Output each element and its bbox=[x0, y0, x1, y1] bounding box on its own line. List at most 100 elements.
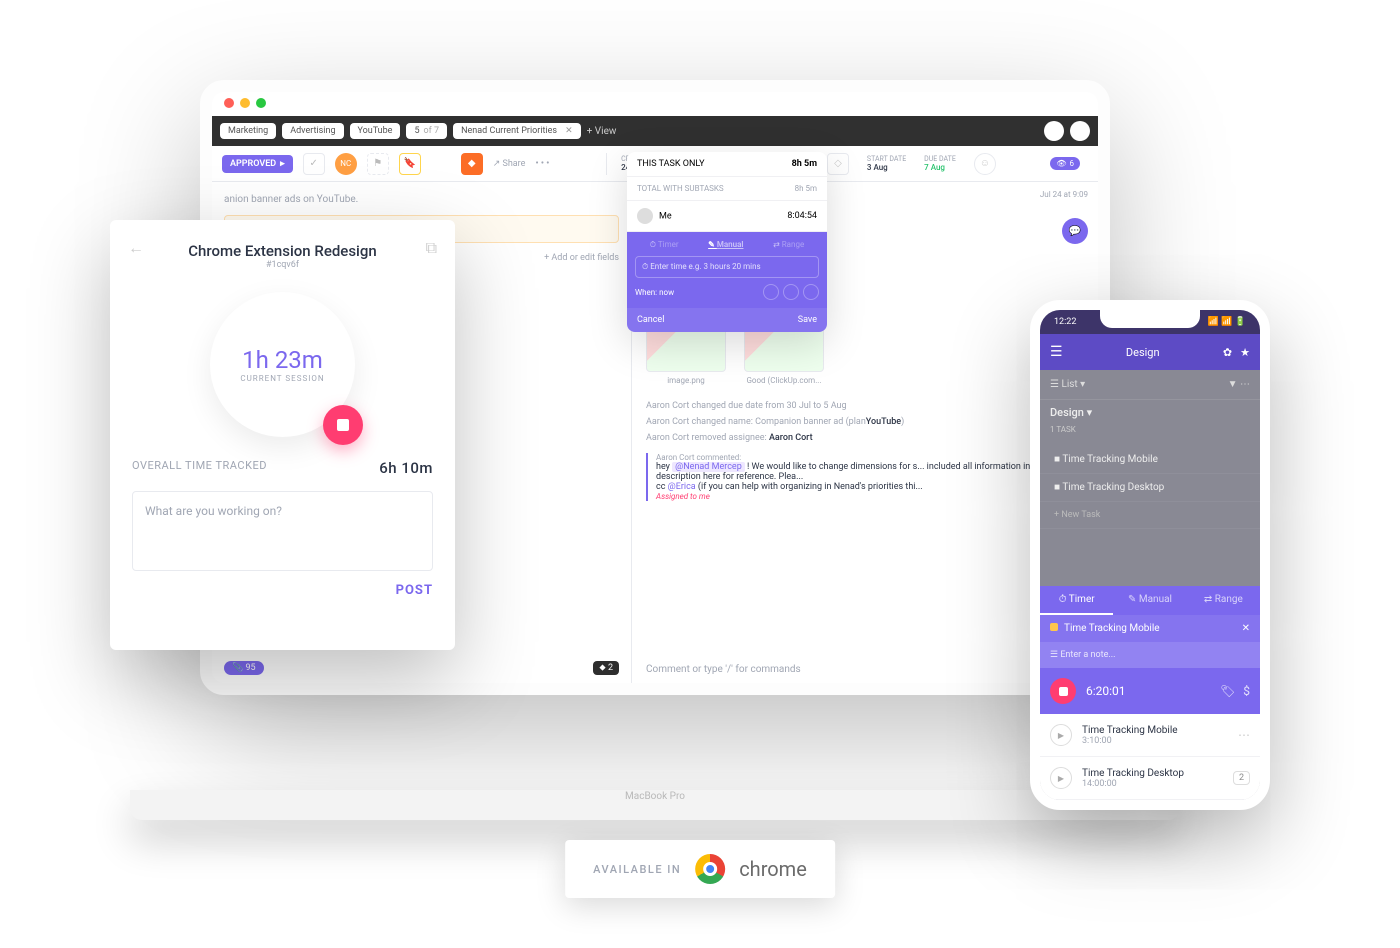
timer-sheet: ⏱ Timer ✎ Manual ⇄ Range Time Tracking M… bbox=[1040, 586, 1260, 800]
chrome-icon bbox=[695, 854, 725, 884]
view-mode-selector[interactable]: ☰ List ▾ bbox=[1050, 379, 1085, 390]
minimize-button[interactable] bbox=[1044, 121, 1064, 141]
filter-icon[interactable]: ▼ bbox=[1228, 379, 1238, 390]
log-entry: Aaron Cort removed assignee: Aaron Cort bbox=[646, 433, 1084, 443]
hamburger-icon[interactable]: ☰ bbox=[1050, 344, 1063, 360]
close-icon[interactable]: ✕ bbox=[565, 126, 573, 136]
play-icon[interactable]: ▶ bbox=[1050, 767, 1072, 789]
points-icon[interactable]: ◇ bbox=[827, 153, 849, 175]
attachment-count-pill[interactable]: 📎 95 bbox=[224, 661, 264, 675]
breadcrumb-youtube[interactable]: YouTube bbox=[350, 123, 401, 139]
play-icon[interactable]: ▶ bbox=[1050, 724, 1072, 746]
popover-subtasks-total: TOTAL WITH SUBTASKS8h 5m bbox=[627, 177, 827, 201]
sheet-note-input[interactable]: ☰ Enter a note... bbox=[1040, 642, 1260, 668]
phone-body: ☰ List ▾ ▼ ⋯ Design ▾ 1 TASK ■ Time Trac… bbox=[1040, 370, 1260, 800]
new-task-button[interactable]: + New Task bbox=[1040, 502, 1260, 529]
group-header[interactable]: Design ▾ bbox=[1050, 406, 1092, 419]
recent-entry[interactable]: ▶ Time Tracking Mobile3:10:00 ⋯ bbox=[1040, 714, 1260, 757]
time-tracking-popover: THIS TASK ONLY8h 5m TOTAL WITH SUBTASKS8… bbox=[627, 152, 827, 332]
add-view-button[interactable]: + View bbox=[587, 126, 617, 137]
window-controls[interactable] bbox=[224, 98, 266, 108]
star-icon[interactable]: ★ bbox=[1240, 346, 1250, 359]
tab-manual[interactable]: ✎ Manual bbox=[708, 240, 743, 250]
close-icon[interactable]: ✕ bbox=[1242, 623, 1250, 634]
save-button[interactable]: Save bbox=[798, 315, 817, 325]
time-input[interactable]: ⏱ Enter time e.g. 3 hours 20 mins bbox=[635, 256, 819, 278]
phone-header-title: Design bbox=[1063, 346, 1223, 359]
watchers-badge[interactable]: 👁 6 bbox=[1050, 157, 1080, 170]
description-text: anion banner ads on YouTube. bbox=[224, 194, 619, 205]
cancel-button[interactable]: Cancel bbox=[637, 315, 664, 325]
tab-current-priorities[interactable]: Nenad Current Priorities✕ bbox=[453, 123, 581, 139]
sheet-tab-timer[interactable]: ⏱ Timer bbox=[1040, 586, 1113, 615]
custom-field-pill[interactable]: ⬥ 2 bbox=[593, 661, 619, 675]
log-entry: Aaron Cort changed name: Companion banne… bbox=[646, 417, 1084, 427]
task-counter: 5 of 7 bbox=[406, 123, 447, 139]
extension-title: Chrome Extension Redesign bbox=[132, 242, 433, 260]
chrome-name: chrome bbox=[739, 857, 807, 881]
assignee-avatar[interactable]: NC bbox=[335, 153, 357, 175]
overall-label: OVERALL TIME TRACKED bbox=[132, 459, 267, 477]
gitlab-icon[interactable]: ◆ bbox=[461, 153, 483, 175]
close-button[interactable] bbox=[1070, 121, 1090, 141]
meta-due-date[interactable]: DUE DATE7 Aug bbox=[924, 155, 956, 172]
post-button[interactable]: POST bbox=[132, 583, 433, 598]
comment-body: hey @Nenad Mercep ! We would like to cha… bbox=[656, 462, 1084, 482]
sheet-active-task[interactable]: Time Tracking Mobile✕ bbox=[1040, 615, 1260, 642]
tag-icon[interactable] bbox=[763, 284, 779, 300]
activity-timestamp: Jul 24 at 9:09 bbox=[1040, 190, 1088, 199]
tag-icon[interactable]: 🏷 bbox=[1220, 684, 1235, 698]
popover-user-time: Me8:04:54 bbox=[627, 201, 827, 232]
task-row[interactable]: ■ Time Tracking Desktop bbox=[1040, 474, 1260, 502]
status-badge[interactable]: APPROVED ▸ bbox=[222, 155, 293, 173]
more-icon[interactable]: ⋯ bbox=[1238, 728, 1250, 742]
time-tabs: ⏱ Timer ✎ Manual ⇄ Range bbox=[635, 240, 819, 250]
more-icon[interactable]: ⋯ bbox=[1240, 379, 1250, 390]
tab-timer[interactable]: ⏱ Timer bbox=[650, 240, 679, 250]
activity-log: Aaron Cort changed due date from 30 Jul … bbox=[646, 401, 1084, 443]
breadcrumb-marketing[interactable]: Marketing bbox=[220, 123, 276, 139]
meta-start-date[interactable]: START DATE3 Aug bbox=[867, 155, 906, 172]
comment-block: Aaron Cort commented: hey @Nenad Mercep … bbox=[646, 453, 1084, 501]
dollar-icon[interactable] bbox=[803, 284, 819, 300]
session-time: 1h 23m bbox=[242, 346, 323, 374]
priority-button[interactable]: ⚑ bbox=[367, 153, 389, 175]
comment-input[interactable]: Comment or type '/' for commands bbox=[646, 664, 1084, 675]
billable-icon[interactable] bbox=[783, 284, 799, 300]
comment-assigned: Assigned to me bbox=[656, 492, 1084, 501]
session-label: CURRENT SESSION bbox=[240, 374, 324, 383]
sheet-tab-manual[interactable]: ✎ Manual bbox=[1113, 586, 1186, 615]
chat-bubble-button[interactable]: 💬 bbox=[1062, 218, 1088, 244]
overall-time: 6h 10m bbox=[379, 459, 433, 477]
sheet-tab-range[interactable]: ⇄ Range bbox=[1187, 586, 1260, 615]
comment-cc: cc @Erica (if you can help with organizi… bbox=[656, 482, 1084, 492]
log-entry: Aaron Cort changed due date from 30 Jul … bbox=[646, 401, 1084, 411]
avatar bbox=[637, 208, 653, 224]
more-button[interactable]: ••• bbox=[535, 158, 551, 169]
stop-timer-button[interactable] bbox=[1050, 678, 1076, 704]
phone-device: 12:22📶 📶 🔋 ☰ Design ✿★ ☰ List ▾ ▼ ⋯ Desi… bbox=[1030, 300, 1270, 810]
chrome-availability-badge[interactable]: AVAILABLE IN chrome bbox=[565, 840, 835, 898]
settings-icon[interactable]: ✿ bbox=[1223, 346, 1232, 359]
open-external-icon[interactable]: ⧉ bbox=[426, 238, 437, 258]
mention[interactable]: @Nenad Mercep bbox=[672, 462, 745, 472]
dollar-icon[interactable]: $ bbox=[1243, 684, 1250, 698]
laptop-brand: MacBook Pro bbox=[625, 791, 685, 802]
when-label[interactable]: When: now bbox=[635, 288, 674, 297]
tab-range[interactable]: ⇄ Range bbox=[773, 240, 804, 250]
chrome-extension-panel: ← ⧉ Chrome Extension Redesign #1cqv6f 1h… bbox=[110, 220, 455, 650]
comment-author: Aaron Cort commented: bbox=[656, 453, 1084, 462]
note-input[interactable]: What are you working on? bbox=[132, 491, 433, 571]
check-button[interactable]: ✓ bbox=[303, 153, 325, 175]
stop-timer-button[interactable] bbox=[323, 405, 363, 445]
back-button[interactable]: ← bbox=[128, 238, 144, 258]
phone-header: ☰ Design ✿ ★ bbox=[1040, 334, 1260, 370]
reminder-icon[interactable]: ☺ bbox=[974, 153, 996, 175]
sheet-elapsed-time: 6:20:01 bbox=[1086, 684, 1126, 698]
recent-entry[interactable]: ▶ Time Tracking Desktop14:00:00 2 bbox=[1040, 757, 1260, 800]
bookmark-button[interactable]: 🔖 bbox=[399, 153, 421, 175]
share-button[interactable]: ↗ Share bbox=[493, 159, 526, 169]
task-row[interactable]: ■ Time Tracking Mobile bbox=[1040, 446, 1260, 474]
breadcrumb-advertising[interactable]: Advertising bbox=[282, 123, 343, 139]
mention[interactable]: @Erica bbox=[668, 482, 696, 492]
